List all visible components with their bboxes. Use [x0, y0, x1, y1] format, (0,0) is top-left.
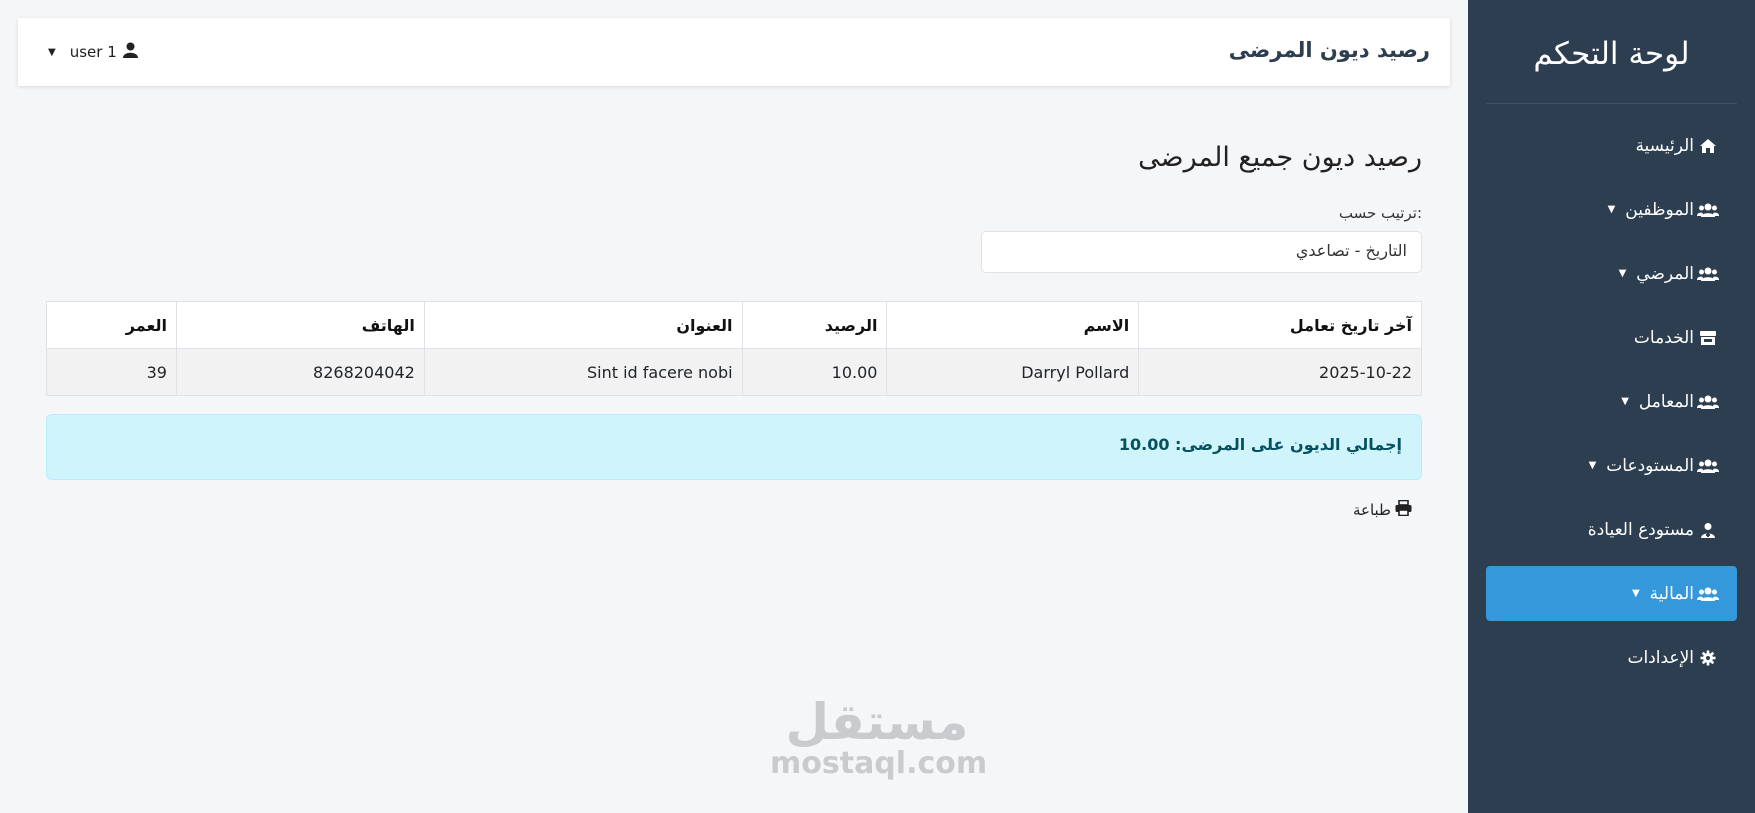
cell-name: Darryl Pollard: [886, 348, 1140, 396]
users-icon: [1697, 394, 1719, 410]
sidebar-title: لوحة التحكم: [1533, 36, 1690, 72]
table-header-row: آخر تاريخ تعامل الاسم الرصيد العنوان اله…: [46, 301, 1422, 349]
users-icon: [1697, 202, 1719, 218]
store-icon: [1697, 330, 1719, 346]
column-header: العنوان: [423, 301, 743, 349]
watermark-logo: مستقل mostaql.com: [770, 693, 988, 781]
home-icon: [1697, 138, 1719, 154]
section-heading: رصيد ديون جميع المرضى: [1138, 142, 1422, 173]
sidebar-item-label: المرضي: [1636, 263, 1694, 284]
sidebar-divider: [1486, 103, 1737, 104]
gear-icon: [1697, 650, 1719, 666]
chevron-down-icon: ▼: [1607, 204, 1616, 215]
sidebar-item-employees[interactable]: الموظفين ▼: [1486, 182, 1737, 237]
print-button[interactable]: طباعة: [1352, 499, 1412, 520]
sidebar-item-label: المستودعات: [1606, 455, 1694, 476]
sidebar-item-clinic-warehouse[interactable]: مستودع العيادة: [1486, 502, 1737, 557]
top-header: رصيد ديون المرضى ▼ user 1: [18, 18, 1450, 86]
users-icon: [1697, 586, 1719, 602]
chevron-down-icon: ▼: [1588, 460, 1597, 471]
user-name: user 1: [69, 43, 117, 61]
table-row: 2025-10-22 Darryl Pollard 10.00 Sint id …: [46, 348, 1422, 396]
page-title: رصيد ديون المرضى: [1228, 38, 1430, 62]
user-md-icon: [1697, 522, 1719, 538]
column-header: الرصيد: [741, 301, 888, 349]
cell-balance: 10.00: [741, 348, 888, 396]
sidebar-item-services[interactable]: الخدمات: [1486, 310, 1737, 365]
sidebar-item-labs[interactable]: المعامل ▼: [1486, 374, 1737, 429]
sidebar-item-home[interactable]: الرئيسية: [1486, 118, 1737, 173]
sidebar-item-label: المالية: [1649, 583, 1694, 604]
sidebar-item-warehouses[interactable]: المستودعات ▼: [1486, 438, 1737, 493]
sidebar: لوحة التحكم الرئيسية الموظفين ▼ المرضي ▼: [1468, 0, 1755, 813]
column-header: آخر تاريخ تعامل: [1138, 301, 1422, 349]
chevron-down-icon: ▼: [1618, 268, 1627, 279]
sidebar-item-finance[interactable]: المالية ▼: [1486, 566, 1737, 621]
watermark-latin: mostaql.com: [770, 746, 988, 781]
column-header: العمر: [46, 301, 177, 349]
sidebar-item-label: المعامل: [1638, 391, 1694, 412]
debts-table: آخر تاريخ تعامل الاسم الرصيد العنوان اله…: [46, 301, 1422, 396]
side-nav: الرئيسية الموظفين ▼ المرضي ▼ الخدمات الم…: [1486, 118, 1737, 694]
cell-last-date: 2025-10-22: [1138, 348, 1422, 396]
sidebar-item-label: الموظفين: [1625, 199, 1694, 220]
chevron-down-icon: ▼: [1631, 588, 1640, 599]
user-menu[interactable]: ▼ user 1: [48, 42, 138, 62]
print-icon: [1395, 499, 1412, 520]
watermark-arabic: مستقل: [785, 693, 969, 751]
sidebar-item-label: الإعدادات: [1627, 647, 1694, 668]
total-debts-alert: إجمالي الديون على المرضى: 10.00: [46, 414, 1422, 480]
user-icon: [122, 42, 138, 62]
total-debts-text: إجمالي الديون على المرضى: 10.00: [1118, 435, 1402, 454]
sort-select[interactable]: التاريخ - تصاعدي: [981, 231, 1422, 273]
sidebar-item-label: الخدمات: [1633, 327, 1694, 348]
chevron-down-icon: ▼: [1621, 396, 1629, 407]
sidebar-item-patients[interactable]: المرضي ▼: [1486, 246, 1737, 301]
cell-address: Sint id facere nobi: [423, 348, 743, 396]
users-icon: [1697, 266, 1719, 282]
sidebar-item-label: مستودع العيادة: [1587, 519, 1694, 540]
sidebar-item-settings[interactable]: الإعدادات: [1486, 630, 1737, 685]
cell-age: 39: [46, 348, 177, 396]
cell-phone: 8268204042: [175, 348, 425, 396]
sidebar-item-label: الرئيسية: [1635, 135, 1694, 156]
print-label: طباعة: [1352, 501, 1391, 519]
column-header: الاسم: [886, 301, 1140, 349]
chevron-down-icon: ▼: [48, 46, 56, 58]
users-icon: [1697, 458, 1719, 474]
column-header: الهاتف: [175, 301, 425, 349]
sort-label: ترتيب حسب:: [1338, 204, 1422, 222]
